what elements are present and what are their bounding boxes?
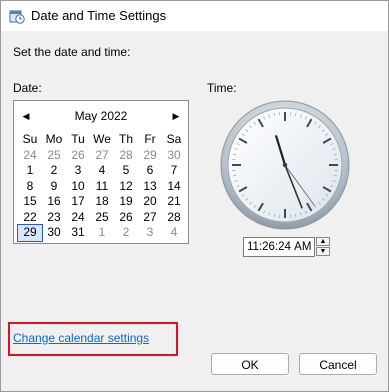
month-title[interactable]: May 2022 — [14, 109, 188, 123]
weekday-label: We — [93, 132, 111, 146]
hour-field[interactable]: 11 — [247, 238, 259, 256]
week-row: 1234567 — [18, 163, 186, 179]
day-cell[interactable]: 30 — [42, 225, 66, 241]
week-row: 24 25 26 27 28 29 30 — [18, 148, 186, 164]
week-row: 29 30 31 1 2 3 4 — [17, 224, 186, 242]
day-cell[interactable]: 15 — [18, 194, 42, 210]
change-calendar-settings-link[interactable]: Change calendar settings — [13, 331, 149, 345]
second-field[interactable]: 24 — [278, 238, 291, 256]
time-input[interactable]: 11:26:24 AM — [243, 237, 315, 257]
title-bar: Date and Time Settings — [1, 1, 388, 31]
day-cell[interactable]: 4 — [162, 225, 186, 241]
day-cell[interactable]: 3 — [138, 225, 162, 241]
spin-down-button[interactable]: ▼ — [316, 247, 330, 256]
day-cell[interactable]: 24 — [18, 148, 42, 164]
week-row: 22 23 24 25 26 27 28 — [18, 210, 186, 226]
weekday-label: Tu — [71, 132, 85, 146]
next-month-icon[interactable]: ▶ — [168, 107, 184, 125]
day-cell[interactable]: 3 — [66, 163, 90, 179]
day-cell[interactable]: 29 — [138, 148, 162, 164]
time-spinner: ▲ ▼ — [316, 237, 330, 257]
day-cell[interactable]: 6 — [138, 163, 162, 179]
weekday-label: Su — [22, 132, 38, 146]
day-cell[interactable]: 19 — [114, 194, 138, 210]
day-cell[interactable]: 27 — [90, 148, 114, 164]
weekday-label: Th — [118, 132, 133, 146]
ok-button[interactable]: OK — [211, 353, 289, 375]
day-cell[interactable]: 20 — [138, 194, 162, 210]
day-cell[interactable]: 28 — [114, 148, 138, 164]
day-cell[interactable]: 21 — [162, 194, 186, 210]
day-cell[interactable]: 24 — [66, 210, 90, 226]
day-cell[interactable]: 14 — [162, 179, 186, 195]
date-time-dialog: Date and Time Settings Set the date and … — [0, 0, 389, 392]
window-title: Date and Time Settings — [31, 8, 167, 23]
day-cell[interactable]: 18 — [90, 194, 114, 210]
selected-day[interactable]: 29 — [17, 224, 43, 242]
day-cell[interactable]: 17 — [66, 194, 90, 210]
day-cell[interactable]: 1 — [18, 163, 42, 179]
day-cell[interactable]: 30 — [162, 148, 186, 164]
day-cell[interactable]: 2 — [42, 163, 66, 179]
date-time-icon — [9, 8, 25, 24]
day-cell[interactable]: 9 — [42, 179, 66, 195]
weekday-row: Su Mo Tu We Th Fr Sa — [18, 132, 186, 148]
weekday-label: Mo — [45, 132, 63, 146]
date-label: Date: — [13, 81, 42, 95]
day-cell[interactable]: 26 — [66, 148, 90, 164]
spin-up-button[interactable]: ▲ — [316, 237, 330, 246]
day-cell[interactable]: 26 — [114, 210, 138, 226]
day-cell[interactable]: 1 — [90, 225, 114, 241]
day-cell[interactable]: 28 — [162, 210, 186, 226]
day-cell[interactable]: 22 — [18, 210, 42, 226]
day-cell[interactable]: 31 — [66, 225, 90, 241]
analog-clock — [220, 100, 350, 230]
day-cell[interactable]: 25 — [42, 148, 66, 164]
day-cell[interactable]: 13 — [138, 179, 162, 195]
day-cell[interactable]: 23 — [42, 210, 66, 226]
day-cell[interactable]: 10 — [66, 179, 90, 195]
time-label: Time: — [207, 81, 237, 95]
calendar-grid: Su Mo Tu We Th Fr Sa 24 25 26 27 28 29 30 1 2 3 4 5 6 7 8 9 10 1… — [17, 132, 186, 242]
day-cell[interactable]: 8 — [18, 179, 42, 195]
day-cell[interactable]: 25 — [90, 210, 114, 226]
week-row: 15 16 17 18 19 20 21 — [18, 194, 186, 210]
day-cell[interactable]: 7 — [162, 163, 186, 179]
cancel-button[interactable]: Cancel — [299, 353, 377, 375]
weekday-label: Sa — [166, 132, 182, 146]
day-cell[interactable]: 5 — [114, 163, 138, 179]
ampm-field[interactable]: AM — [294, 238, 311, 256]
minute-field[interactable]: 26 — [262, 238, 275, 256]
instruction-text: Set the date and time: — [13, 45, 131, 59]
day-cell[interactable]: 4 — [90, 163, 114, 179]
weekday-label: Fr — [144, 132, 156, 146]
day-cell[interactable]: 27 — [138, 210, 162, 226]
day-cell[interactable]: 11 — [90, 179, 114, 195]
calendar: ◀ May 2022 ▶ Su Mo Tu We Th Fr Sa 24 25 26 27 28 29 3… — [13, 100, 189, 244]
day-cell[interactable]: 16 — [42, 194, 66, 210]
calendar-header: ◀ May 2022 ▶ — [14, 107, 188, 125]
week-row: 8 9 10 11 12 13 14 — [18, 179, 186, 195]
day-cell[interactable]: 12 — [114, 179, 138, 195]
day-cell[interactable]: 2 — [114, 225, 138, 241]
